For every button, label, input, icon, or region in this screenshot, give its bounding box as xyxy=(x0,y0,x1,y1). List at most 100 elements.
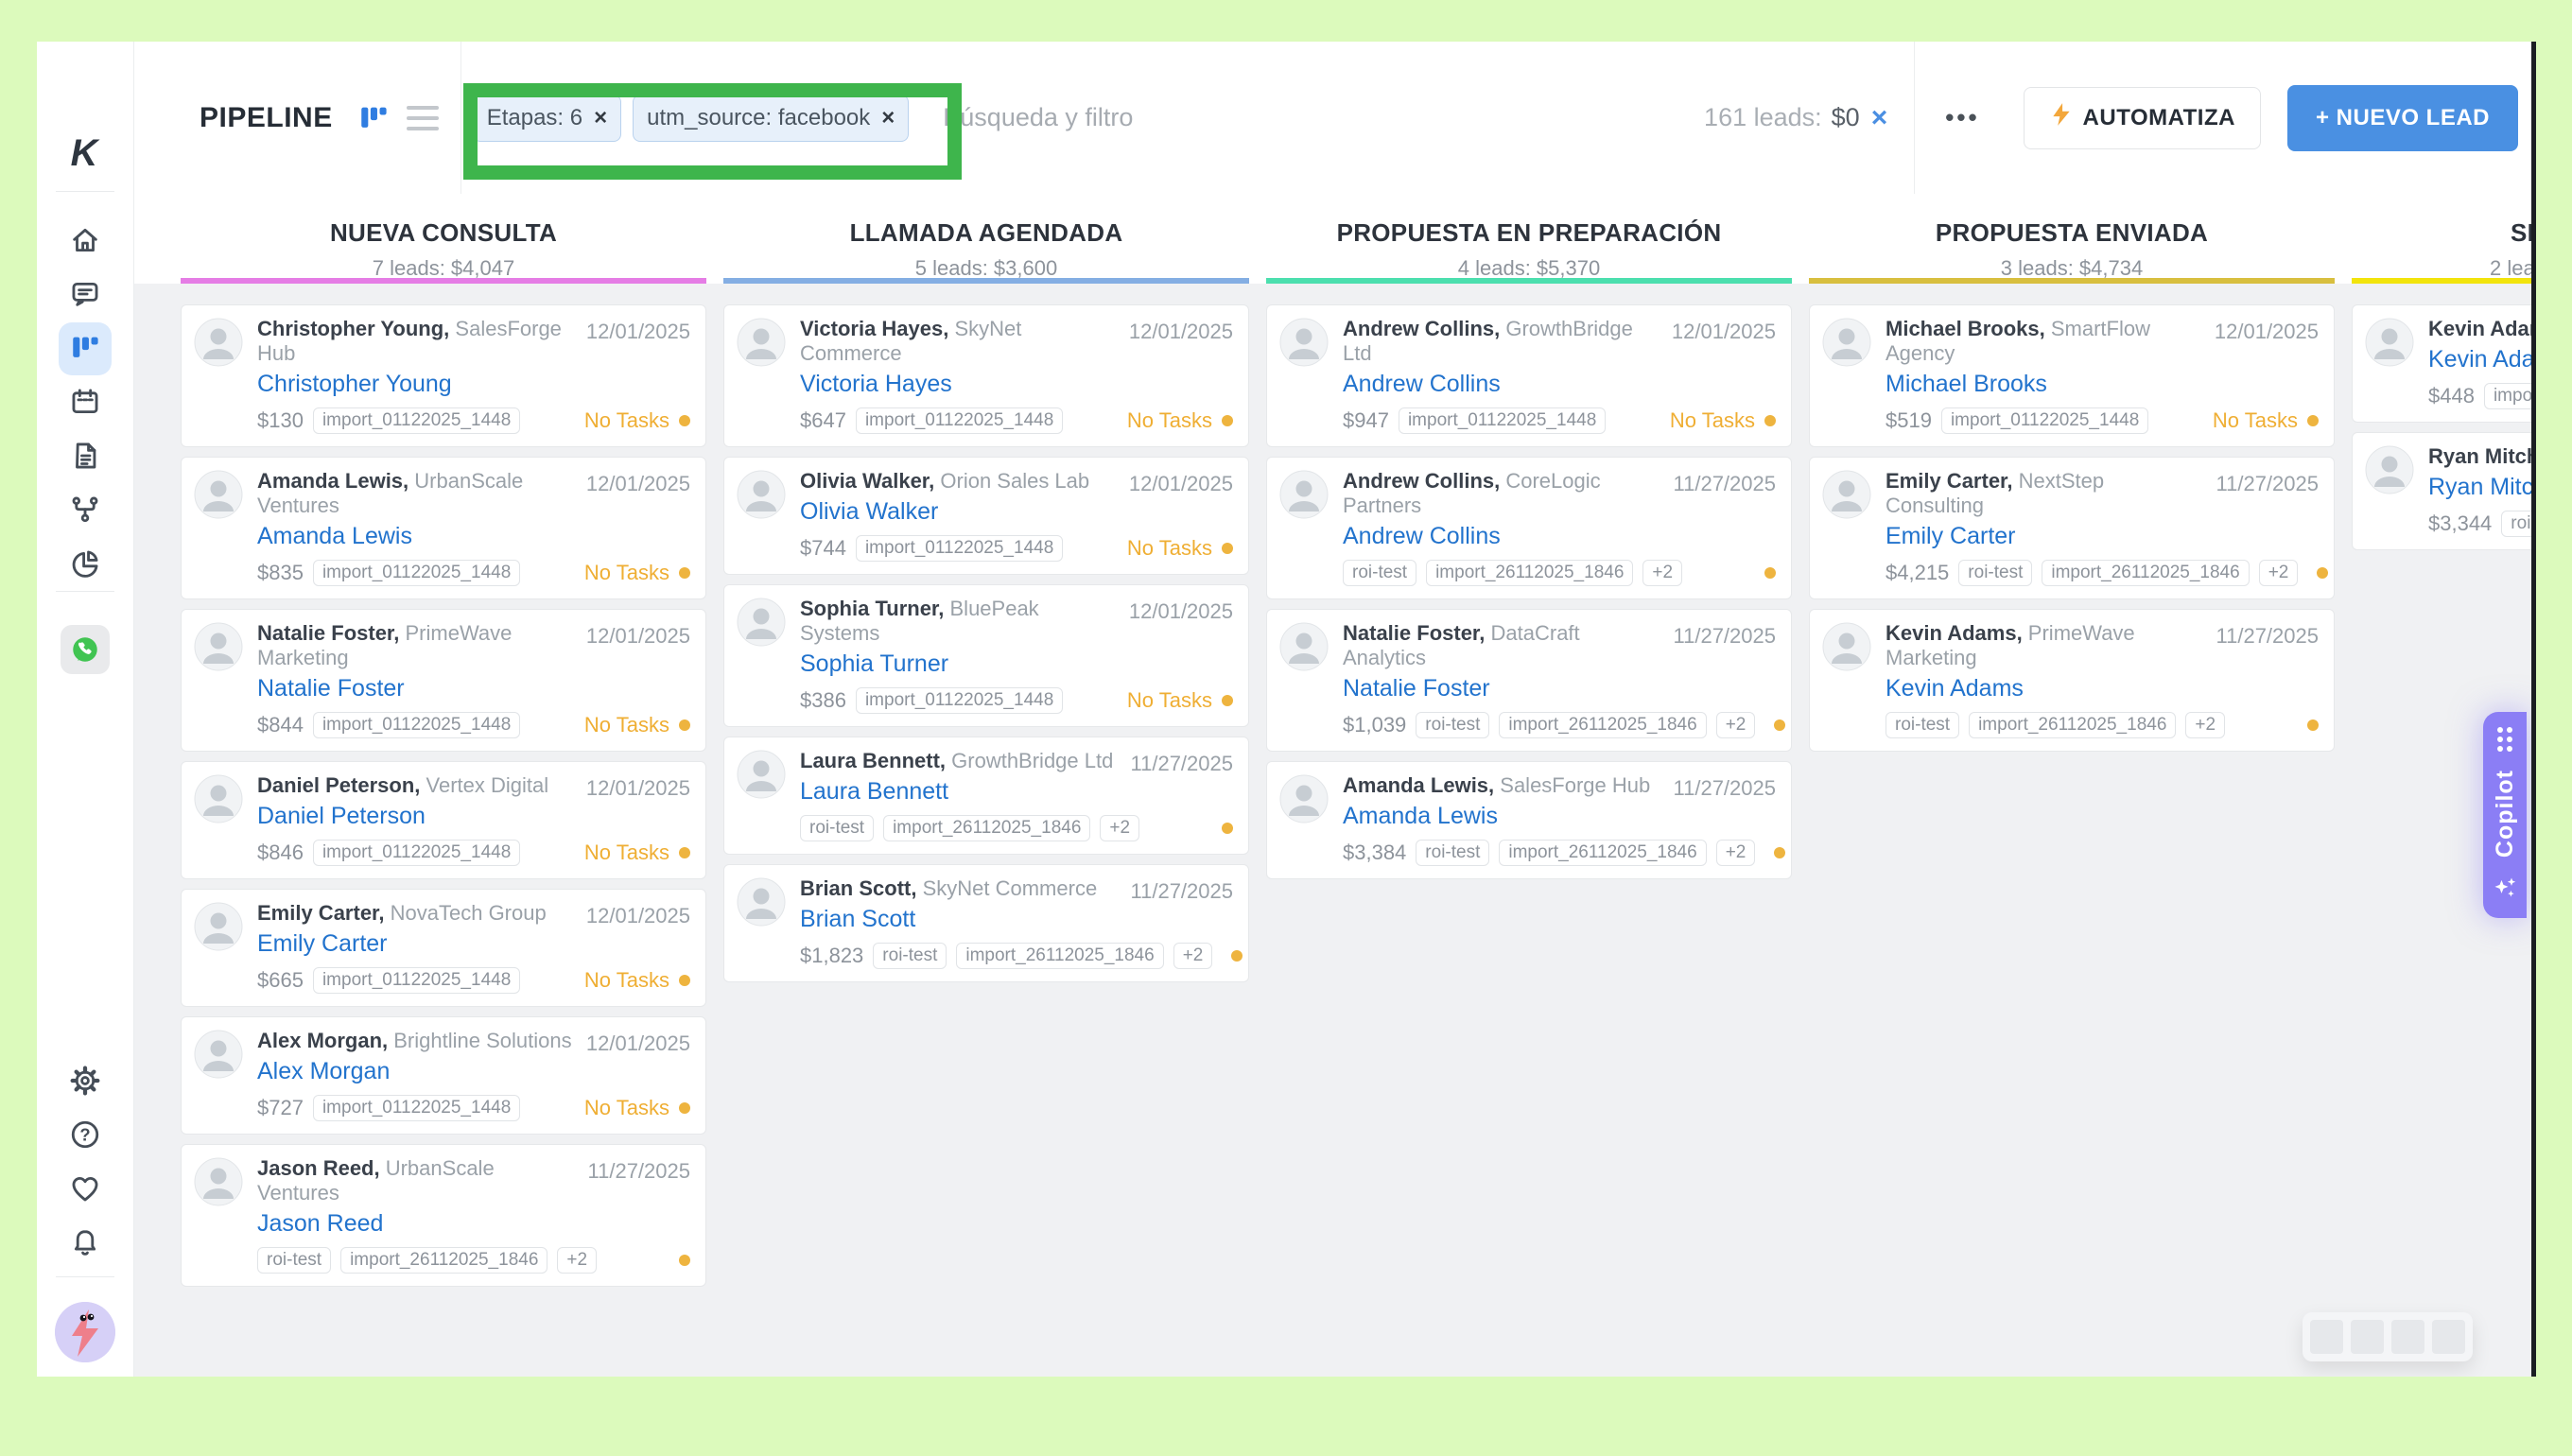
lead-name-link[interactable]: Victoria Hayes xyxy=(800,369,1233,399)
contact-avatar-icon xyxy=(2365,445,2414,494)
lead-tag: +2 xyxy=(1716,840,1756,866)
sidebar-item-stats[interactable] xyxy=(59,538,112,591)
lead-name-link[interactable]: Andrew Collins xyxy=(1343,369,1776,399)
no-tasks-label: No Tasks xyxy=(1127,408,1212,433)
lead-card[interactable]: Kevin Adams, DataKevin Adams$448import_0… xyxy=(2352,304,2531,423)
task-status-dot xyxy=(1222,823,1233,834)
lead-date: 11/27/2025 xyxy=(2216,472,2319,496)
task-status-dot xyxy=(1764,415,1776,426)
column-title: SEG xyxy=(2352,194,2531,248)
lead-card[interactable]: 12/01/2025Victoria Hayes, SkyNet Commerc… xyxy=(723,304,1249,447)
app-window: K ? xyxy=(37,42,2536,1377)
lead-card[interactable]: 11/27/2025Kevin Adams, PrimeWave Marketi… xyxy=(1809,609,2335,752)
lead-price: $130 xyxy=(257,408,304,433)
sidebar-divider xyxy=(56,1276,114,1277)
contact-avatar-icon xyxy=(737,470,786,519)
lead-price: $665 xyxy=(257,968,304,993)
lead-tag: roi-test xyxy=(1416,712,1489,738)
lead-tag: +2 xyxy=(1716,712,1756,738)
sidebar-item-help[interactable]: ? xyxy=(59,1109,112,1162)
lead-card[interactable]: 12/01/2025Alex Morgan, Brightline Soluti… xyxy=(181,1016,706,1135)
contact-name: Ryan Mitchell, xyxy=(2428,444,2531,468)
chip-close-icon[interactable]: × xyxy=(594,105,607,131)
lead-name-link[interactable]: Brian Scott xyxy=(800,904,1233,934)
sidebar-item-flows[interactable] xyxy=(59,484,112,537)
lead-card[interactable]: 12/01/2025Sophia Turner, BluePeak System… xyxy=(723,584,1249,727)
contact-line: Daniel Peterson, Vertex Digital xyxy=(257,773,577,798)
sidebar-item-notifications[interactable] xyxy=(59,1217,112,1270)
lead-name-link[interactable]: Emily Carter xyxy=(257,928,690,959)
filter-chip-etapas[interactable]: Etapas: 6 × xyxy=(473,95,621,142)
desktop-background: { "header": { "title": "PIPELINE", "chip… xyxy=(0,0,2572,1456)
lead-card-footer: $835import_01122025_1448No Tasks xyxy=(257,559,690,587)
lead-name-link[interactable]: Jason Reed xyxy=(257,1208,690,1239)
lead-card[interactable]: 11/27/2025Andrew Collins, CoreLogic Part… xyxy=(1266,457,1792,599)
lead-date: 11/27/2025 xyxy=(1674,624,1776,649)
lead-name-link[interactable]: Kevin Adams xyxy=(1886,673,2319,703)
chip-close-icon[interactable]: × xyxy=(881,105,895,131)
contact-name: Alex Morgan, xyxy=(257,1029,388,1052)
lead-card[interactable]: 11/27/2025Emily Carter, NextStep Consult… xyxy=(1809,457,2335,599)
sidebar-item-home[interactable] xyxy=(59,215,112,268)
lead-name-link[interactable]: Amanda Lewis xyxy=(1343,801,1776,831)
lead-card-footer: $744import_01122025_1448No Tasks xyxy=(800,534,1233,563)
lead-name-link[interactable]: Ryan Mitchell xyxy=(2428,472,2531,502)
sidebar-item-calendar[interactable] xyxy=(59,376,112,429)
lead-name-link[interactable]: Laura Bennett xyxy=(800,776,1233,806)
lead-name-link[interactable]: Christopher Young xyxy=(257,369,690,399)
sidebar-item-whatsapp[interactable] xyxy=(59,623,112,676)
column-cards: 12/01/2025Andrew Collins, GrowthBridge L… xyxy=(1266,284,1792,879)
no-tasks-label: No Tasks xyxy=(2213,408,2298,433)
lead-card[interactable]: 12/01/2025Olivia Walker, Orion Sales Lab… xyxy=(723,457,1249,575)
new-lead-button[interactable]: + NUEVO LEAD xyxy=(2287,85,2518,151)
lead-card[interactable]: 12/01/2025Natalie Foster, PrimeWave Mark… xyxy=(181,609,706,752)
filter-chip-utm-source[interactable]: utm_source: facebook × xyxy=(633,95,909,142)
user-avatar[interactable] xyxy=(55,1302,115,1362)
sidebar-item-documents[interactable] xyxy=(59,430,112,483)
lead-name-link[interactable]: Michael Brooks xyxy=(1886,369,2319,399)
lead-card[interactable]: 11/27/2025Brian Scott, SkyNet CommerceBr… xyxy=(723,864,1249,982)
lead-name-link[interactable]: Daniel Peterson xyxy=(257,801,690,831)
lead-card[interactable]: 12/01/2025Amanda Lewis, UrbanScale Ventu… xyxy=(181,457,706,599)
more-options-button[interactable]: ••• xyxy=(1939,102,1985,133)
lead-name-link[interactable]: Kevin Adams xyxy=(2428,344,2531,374)
document-icon xyxy=(69,440,101,475)
lead-name-link[interactable]: Amanda Lewis xyxy=(257,521,690,551)
kanban-view-icon[interactable] xyxy=(357,102,390,134)
clear-filter-icon[interactable]: × xyxy=(1869,102,1890,134)
lead-card[interactable]: 12/01/2025Emily Carter, NovaTech GroupEm… xyxy=(181,889,706,1007)
lead-name-link[interactable]: Emily Carter xyxy=(1886,521,2319,551)
lead-name-link[interactable]: Andrew Collins xyxy=(1343,521,1776,551)
lead-card-footer: roi-testimport_26112025_1846+2 xyxy=(1343,559,1776,587)
lead-card[interactable]: 12/01/2025Christopher Young, SalesForge … xyxy=(181,304,706,447)
task-status-dot xyxy=(2317,567,2328,579)
copilot-button[interactable]: Copilot xyxy=(2483,712,2527,918)
sidebar-item-pipeline[interactable] xyxy=(59,322,112,375)
lead-card[interactable]: 11/27/2025Natalie Foster, DataCraft Anal… xyxy=(1266,609,1792,752)
sidebar-item-chat[interactable] xyxy=(59,269,112,321)
lead-card[interactable]: 12/01/2025Michael Brooks, SmartFlow Agen… xyxy=(1809,304,2335,447)
search-input[interactable] xyxy=(941,102,1704,133)
lead-name-link[interactable]: Olivia Walker xyxy=(800,496,1233,527)
lead-card[interactable]: 11/27/2025Amanda Lewis, SalesForge HubAm… xyxy=(1266,761,1792,879)
lead-name-link[interactable]: Natalie Foster xyxy=(257,673,690,703)
lead-name-link[interactable]: Natalie Foster xyxy=(1343,673,1776,703)
lead-name-link[interactable]: Sophia Turner xyxy=(800,649,1233,679)
lead-card[interactable]: Ryan Mitchell, OriRyan Mitchell$3,344roi… xyxy=(2352,432,2531,550)
column-header: LLAMADA AGENDADA5 leads: $3,600 xyxy=(723,194,1249,284)
lead-card[interactable]: 11/27/2025Laura Bennett, GrowthBridge Lt… xyxy=(723,737,1249,855)
sidebar-item-favorites[interactable] xyxy=(59,1163,112,1216)
list-view-icon[interactable] xyxy=(407,106,439,130)
lead-card[interactable]: 11/27/2025Jason Reed, UrbanScale Venture… xyxy=(181,1144,706,1287)
contact-avatar-icon xyxy=(1822,470,1871,519)
lead-card[interactable]: 12/01/2025Andrew Collins, GrowthBridge L… xyxy=(1266,304,1792,447)
contact-avatar-icon xyxy=(194,318,243,367)
sidebar: K ? xyxy=(37,42,134,1377)
lead-date: 11/27/2025 xyxy=(1674,776,1776,801)
lead-name-link[interactable]: Alex Morgan xyxy=(257,1056,690,1086)
kommo-logo-icon: K xyxy=(37,132,133,179)
sidebar-item-settings[interactable] xyxy=(59,1055,112,1108)
automate-button[interactable]: AUTOMATIZA xyxy=(2024,87,2261,149)
contact-name: Natalie Foster, xyxy=(257,621,399,645)
lead-card[interactable]: 12/01/2025Daniel Peterson, Vertex Digita… xyxy=(181,761,706,879)
